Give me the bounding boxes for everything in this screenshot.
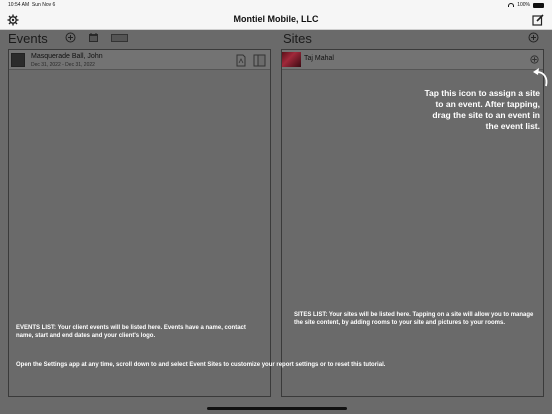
- assign-site-icon[interactable]: [530, 55, 539, 64]
- add-site-icon[interactable]: [528, 32, 539, 43]
- home-indicator[interactable]: [207, 407, 347, 410]
- sites-help: SITES LIST: Your sites will be listed he…: [294, 312, 534, 326]
- pdf-icon[interactable]: [236, 54, 246, 67]
- status-right: 100%: [508, 2, 544, 8]
- page-title: Montiel Mobile, LLC: [233, 14, 319, 24]
- event-title: Masquerade Ball, John: [31, 53, 103, 60]
- calendar-icon[interactable]: [88, 32, 99, 43]
- status-time: 10:54 AM Sun Nov 6: [8, 2, 56, 8]
- events-list: Masquerade Ball, John Dec 31, 2022 - Dec…: [8, 49, 271, 397]
- list-view-icon[interactable]: [111, 34, 128, 42]
- events-help: EVENTS LIST: Your client events will be …: [16, 325, 246, 339]
- pages-icon[interactable]: [253, 54, 266, 67]
- wifi-icon: [508, 3, 515, 7]
- battery-percent: 100%: [517, 2, 530, 8]
- settings-help: Open the Settings app at any time, scrol…: [16, 362, 386, 368]
- list-item[interactable]: Taj Mahal: [282, 50, 543, 70]
- list-item[interactable]: Masquerade Ball, John Dec 31, 2022 - Dec…: [9, 50, 270, 70]
- event-logo: [11, 53, 25, 67]
- tutorial-tip: Tap this icon to assign a site to an eve…: [424, 88, 540, 131]
- events-header: Events: [8, 31, 48, 46]
- navigation-bar: Montiel Mobile, LLC: [0, 10, 552, 30]
- site-photo: [282, 52, 301, 67]
- curved-arrow-icon: [533, 68, 548, 87]
- compose-icon[interactable]: [532, 14, 544, 26]
- sites-header: Sites: [283, 31, 312, 46]
- event-dates: Dec 31, 2022 - Dec 31, 2022: [31, 62, 95, 68]
- add-event-icon[interactable]: [65, 32, 76, 43]
- battery-icon: [533, 2, 544, 8]
- site-title: Taj Mahal: [304, 55, 334, 62]
- app-screen: 10:54 AM Sun Nov 6 100% Montiel Mobile, …: [0, 0, 552, 414]
- status-bar: 10:54 AM Sun Nov 6 100%: [0, 0, 552, 10]
